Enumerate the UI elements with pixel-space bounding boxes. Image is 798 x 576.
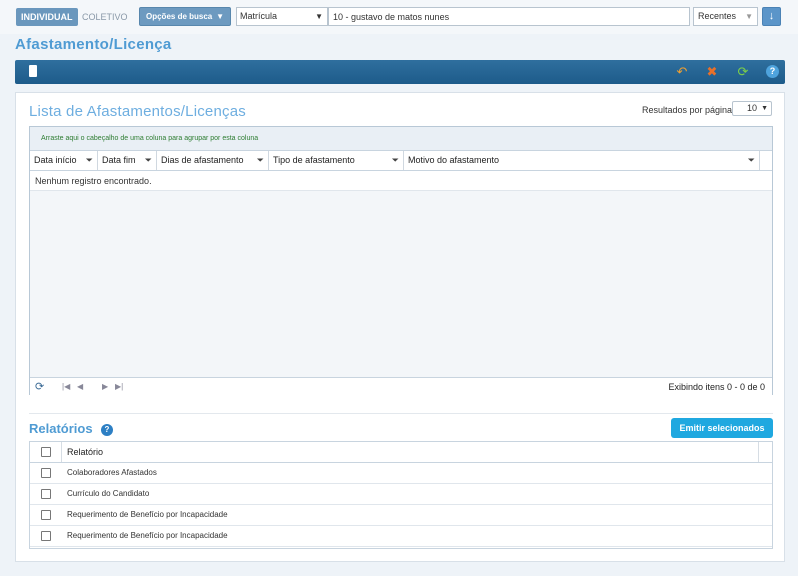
column-header[interactable]: Tipo de afastamento ⏷: [269, 151, 404, 170]
column-header[interactable]: Data fim ⏷: [98, 151, 157, 170]
divider: [29, 413, 773, 414]
filter-icon[interactable]: ⏷: [86, 151, 93, 170]
results-per-page-label: Resultados por página: [642, 105, 733, 115]
page-title: Afastamento/Licença: [15, 36, 172, 53]
table-row[interactable]: Requerimento de Benefício por Incapacida…: [30, 526, 772, 547]
toolbar: ↶ ✖ ⟳ ?: [15, 60, 785, 84]
document-icon[interactable]: [29, 65, 37, 77]
table-row[interactable]: Colaboradores Afastados: [30, 463, 772, 484]
grid-header: Data início ⏷ Data fim ⏷ Dias de afastam…: [30, 151, 772, 171]
report-name: Colaboradores Afastados: [67, 468, 157, 477]
prev-page-icon[interactable]: ◀: [77, 378, 83, 396]
results-per-page-select[interactable]: 10 ▼: [732, 101, 772, 116]
top-bar: INDIVIDUAL COLETIVO Opções de busca ▼ Ma…: [0, 0, 798, 34]
chevron-down-icon: ▼: [216, 12, 224, 21]
reports-header-row: Relatório: [30, 442, 772, 463]
filter-icon[interactable]: ⏷: [392, 151, 399, 170]
refresh-icon[interactable]: ⟳: [35, 378, 44, 396]
row-checkbox[interactable]: [41, 510, 51, 520]
column-header[interactable]: Dias de afastamento ⏷: [157, 151, 269, 170]
reports-header-label: Relatório: [67, 447, 104, 457]
report-name: Requerimento de Benefício por Incapacida…: [67, 531, 228, 540]
group-drop-area[interactable]: Arraste aqui o cabeçalho de uma coluna p…: [30, 127, 772, 151]
select-all-checkbox[interactable]: [41, 447, 51, 457]
column-header-label: Motivo do afastamento: [408, 155, 500, 165]
recent-label: Recentes: [698, 11, 737, 21]
first-page-icon[interactable]: |◀: [62, 378, 70, 396]
clear-icon[interactable]: ✖: [704, 64, 720, 80]
reports-title: Relatórios: [29, 421, 93, 436]
row-checkbox[interactable]: [41, 531, 51, 541]
search-field-select[interactable]: Matrícula ▼: [236, 7, 328, 26]
filter-icon[interactable]: ⏷: [257, 151, 264, 170]
chevron-down-icon: ▼: [745, 12, 753, 21]
column-header[interactable]: Motivo do afastamento ⏷: [404, 151, 760, 170]
individual-toggle[interactable]: INDIVIDUAL: [16, 8, 78, 26]
undo-icon[interactable]: ↶: [674, 64, 690, 80]
results-per-page-value: 10: [746, 103, 757, 113]
help-icon[interactable]: ?: [101, 424, 113, 436]
search-options-button[interactable]: Opções de busca ▼: [139, 7, 231, 26]
search-field-value: Matrícula: [240, 11, 278, 21]
reports-table: Relatório Colaboradores Afastados Curríc…: [29, 441, 773, 549]
arrow-down-icon[interactable]: ↓: [762, 7, 781, 26]
table-row[interactable]: Currículo do Candidato: [30, 484, 772, 505]
help-icon[interactable]: ?: [766, 65, 779, 78]
column-header-label: Tipo de afastamento: [273, 155, 355, 165]
next-page-icon[interactable]: ▶: [102, 378, 108, 396]
filter-icon[interactable]: ⏷: [748, 151, 755, 170]
column-header-label: Data fim: [102, 155, 136, 165]
report-name: Currículo do Candidato: [67, 489, 150, 498]
main-panel: Lista de Afastamentos/Licenças Resultado…: [15, 92, 785, 562]
report-name: Requerimento de Benefício por Incapacida…: [67, 510, 228, 519]
column-header-label: Dias de afastamento: [161, 155, 244, 165]
refresh-icon[interactable]: ⟳: [735, 64, 751, 80]
table-row[interactable]: Requerimento de Benefício por Incapacida…: [30, 505, 772, 526]
column-header[interactable]: Data início ⏷: [30, 151, 98, 170]
divider: [758, 442, 759, 462]
pager: ⟳ |◀ ◀ ▶ ▶| Exibindo itens 0 - 0 de 0: [30, 377, 772, 395]
list-title: Lista de Afastamentos/Licenças: [29, 103, 246, 120]
divider: [61, 442, 62, 462]
pager-info: Exibindo itens 0 - 0 de 0: [668, 382, 765, 392]
chevron-down-icon: ▼: [315, 12, 323, 21]
filter-icon[interactable]: ⏷: [145, 151, 152, 170]
search-input[interactable]: [328, 7, 690, 26]
row-checkbox[interactable]: [41, 468, 51, 478]
column-header-label: Data início: [34, 155, 77, 165]
chevron-down-icon: ▼: [761, 105, 768, 112]
emit-selected-button[interactable]: Emitir selecionados: [671, 418, 773, 438]
row-checkbox[interactable]: [41, 489, 51, 499]
last-page-icon[interactable]: ▶|: [115, 378, 123, 396]
leave-grid: Arraste aqui o cabeçalho de uma coluna p…: [29, 126, 773, 395]
search-options-label: Opções de busca: [146, 12, 213, 21]
recent-select[interactable]: Recentes ▼: [693, 7, 758, 26]
coletivo-toggle[interactable]: COLETIVO: [82, 8, 128, 26]
empty-message: Nenhum registro encontrado.: [30, 171, 772, 191]
